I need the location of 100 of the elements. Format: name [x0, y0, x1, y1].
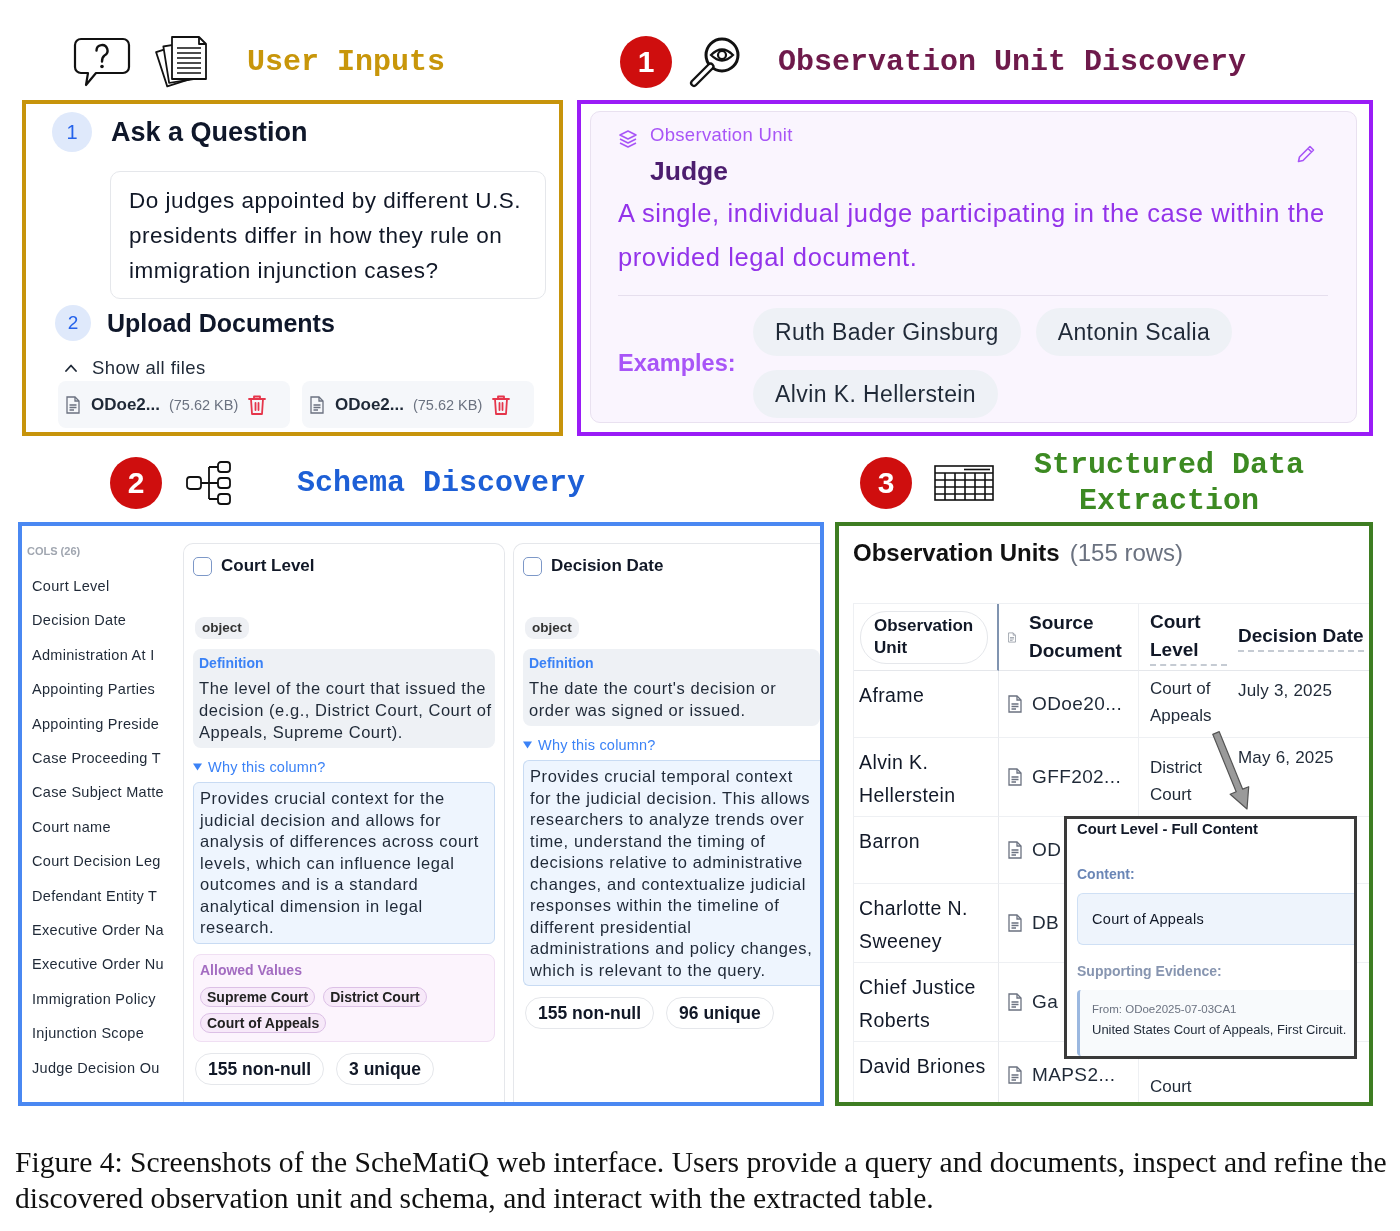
column-list-item[interactable]: Defendant Entity T [27, 878, 183, 914]
column-list-item[interactable]: Immigration Policy [27, 981, 183, 1017]
column-list-item[interactable]: Court Level [27, 569, 183, 604]
table-cell: District Court [1150, 758, 1202, 804]
evidence-source: From: ODoe2025-07-03CA1 [1092, 1002, 1238, 1016]
definition-label: Definition [199, 655, 265, 672]
document-name[interactable]: DB [1032, 912, 1060, 934]
step-number-badge: 3 [860, 457, 912, 509]
columns-count: COLS (26) [27, 544, 82, 558]
column-header[interactable]: Observation Unit [860, 610, 988, 664]
section-title: Observation Unit Discovery [778, 44, 1247, 80]
table-cell: Court [1150, 1077, 1192, 1096]
document-icon [1008, 1066, 1022, 1084]
table-title: Observation Units [853, 538, 1060, 568]
step-number-badge: 2 [110, 457, 162, 509]
files-toggle[interactable]: Show all files [65, 357, 206, 379]
column-list-item[interactable]: Judge Decision Ou [27, 1050, 183, 1086]
edit-pencil-icon[interactable] [1296, 143, 1316, 164]
allowed-value-tag: District Court [323, 986, 427, 1007]
layers-icon [618, 129, 638, 149]
column-header[interactable]: Decision Date [1238, 622, 1364, 652]
step-number-badge: 1 [52, 112, 92, 152]
document-name[interactable]: ODoe20... [1032, 693, 1123, 715]
document-icon [1008, 629, 1017, 645]
column-list-item[interactable]: Decision Date [27, 603, 183, 638]
table-cell: July 3, 2025 [1238, 681, 1333, 700]
trash-icon[interactable] [492, 394, 511, 415]
checkbox[interactable] [523, 556, 542, 576]
table-cell: Aframe [859, 684, 925, 706]
file-chip[interactable]: ODoe2... (75.62 KB) [302, 381, 534, 428]
document-name[interactable]: MAPS2... [1032, 1064, 1116, 1086]
column-list-item[interactable]: Case Proceeding T [27, 741, 183, 776]
step-number-badge: 2 [55, 305, 91, 341]
table-cell: May 6, 2025 [1238, 748, 1334, 767]
column-list-item[interactable]: Injunction Scope [27, 1016, 183, 1051]
allowed-value-tag: Supreme Court [200, 986, 316, 1007]
unit-description: A single, individual judge participating in the case within the provided legal document. [618, 198, 1326, 273]
rationale-text: Provides crucial temporal context for the judicial decision. This allows researchers to analyze trends over time, understand the timing of decisions relative to administrative changes, and contextualize judicial responses within the timeline of different presidential administrations and policy changes, which is relevant to the query. [523, 760, 820, 986]
example-chip: Antonin Scalia [1035, 308, 1233, 356]
document-icon [1008, 841, 1022, 859]
why-this-column-toggle[interactable]: Why this column? [193, 759, 326, 775]
column-list-item[interactable]: Administration At I [27, 637, 183, 673]
definition-text: The level of the court that issued the decision (e.g., District Court, Court of Appeals, Supreme Court). [199, 678, 493, 743]
question-field[interactable]: Do judges appointed by different U.S. presidents differ in how they rule on immigration injunction cases? [110, 171, 546, 299]
document-name[interactable]: Ga [1032, 991, 1059, 1013]
why-this-column-toggle[interactable]: Why this column? [523, 737, 656, 753]
documents-icon [155, 35, 208, 89]
file-chip[interactable]: ODoe2... (75.62 KB) [58, 381, 290, 428]
magnifier-eye-icon [688, 35, 741, 89]
figure-caption: Figure 4: Screenshots of the ScheMatiQ web interface. Users provide a query and documents, inspect and refine the discovered observation unit and schema, and interact with the extracted table. [14, 1145, 1388, 1216]
column-name: Decision Date [551, 556, 664, 576]
example-chip: Ruth Bader Ginsburg [753, 308, 1021, 356]
column-list-item[interactable]: Case Subject Matte [27, 775, 183, 810]
column-list-item[interactable]: Executive Order Nu [27, 947, 183, 982]
file-size: (75.62 KB) [412, 396, 483, 413]
column-header[interactable]: Court Level [1150, 608, 1227, 666]
table-cell: Court of Appeals [1150, 679, 1212, 725]
section-title: User Inputs [247, 44, 446, 80]
file-icon [310, 395, 324, 414]
column-list-item[interactable]: Appointing Parties [27, 672, 183, 707]
document-name[interactable]: GFF202... [1032, 766, 1122, 788]
row-count: (155 rows) [1069, 538, 1184, 568]
column-header[interactable]: Source Document [1029, 609, 1138, 665]
schema-tree-icon [186, 461, 232, 505]
definition-label: Definition [529, 655, 595, 672]
section-title: Structured Data Extraction [1033, 447, 1305, 519]
column-list-item[interactable]: Appointing Preside [27, 706, 183, 742]
file-size: (75.62 KB) [168, 396, 239, 413]
card-label: Observation Unit [650, 125, 793, 145]
content-label: Content: [1077, 865, 1135, 883]
column-list-item[interactable]: Executive Order Na [27, 913, 183, 948]
question-bubble-icon [73, 37, 131, 87]
column-list-item[interactable]: Court name [27, 809, 183, 845]
unit-name: Judge [650, 156, 730, 186]
rationale-text: Provides crucial context for the judicial decision and allows for analysis of differences across court levels, which can influence legal outcomes and is a standard analytical dimension in legal research. [193, 782, 495, 944]
file-name: ODoe2... [335, 394, 404, 415]
definition-text: The date the court's decision or order was signed or issued. [529, 678, 778, 721]
column-list-item[interactable]: Court Decision Leg [27, 844, 183, 879]
document-name[interactable]: OD [1032, 839, 1062, 861]
table-cell: David Briones [859, 1055, 986, 1077]
column-name: Court Level [221, 556, 315, 576]
evidence-label: Supporting Evidence: [1077, 962, 1222, 980]
content-value: Court of Appeals [1077, 893, 1354, 945]
allowed-values-label: Allowed Values [200, 961, 303, 979]
type-tag: object [525, 617, 579, 639]
checkbox[interactable] [193, 556, 212, 576]
section-title: Schema Discovery [297, 465, 586, 501]
table-cell: Chief Justice Roberts [859, 976, 976, 1031]
table-cell: Charlotte N. Sweeney [859, 897, 968, 952]
file-icon [66, 395, 80, 414]
step-title: Ask a Question [111, 116, 308, 148]
allowed-value-tag: Court of Appeals [200, 1012, 327, 1033]
file-name: ODoe2... [91, 394, 160, 415]
type-tag: object [195, 617, 249, 639]
example-chip: Alvin K. Hellerstein [753, 370, 999, 418]
step-title: Upload Documents [107, 308, 335, 338]
evidence-text: United States Court of Appeals, First Circuit. [1092, 1022, 1348, 1037]
trash-icon[interactable] [248, 394, 267, 415]
table-cell: Barron [859, 830, 920, 852]
table-cell: Alvin K. Hellerstein [859, 751, 956, 806]
